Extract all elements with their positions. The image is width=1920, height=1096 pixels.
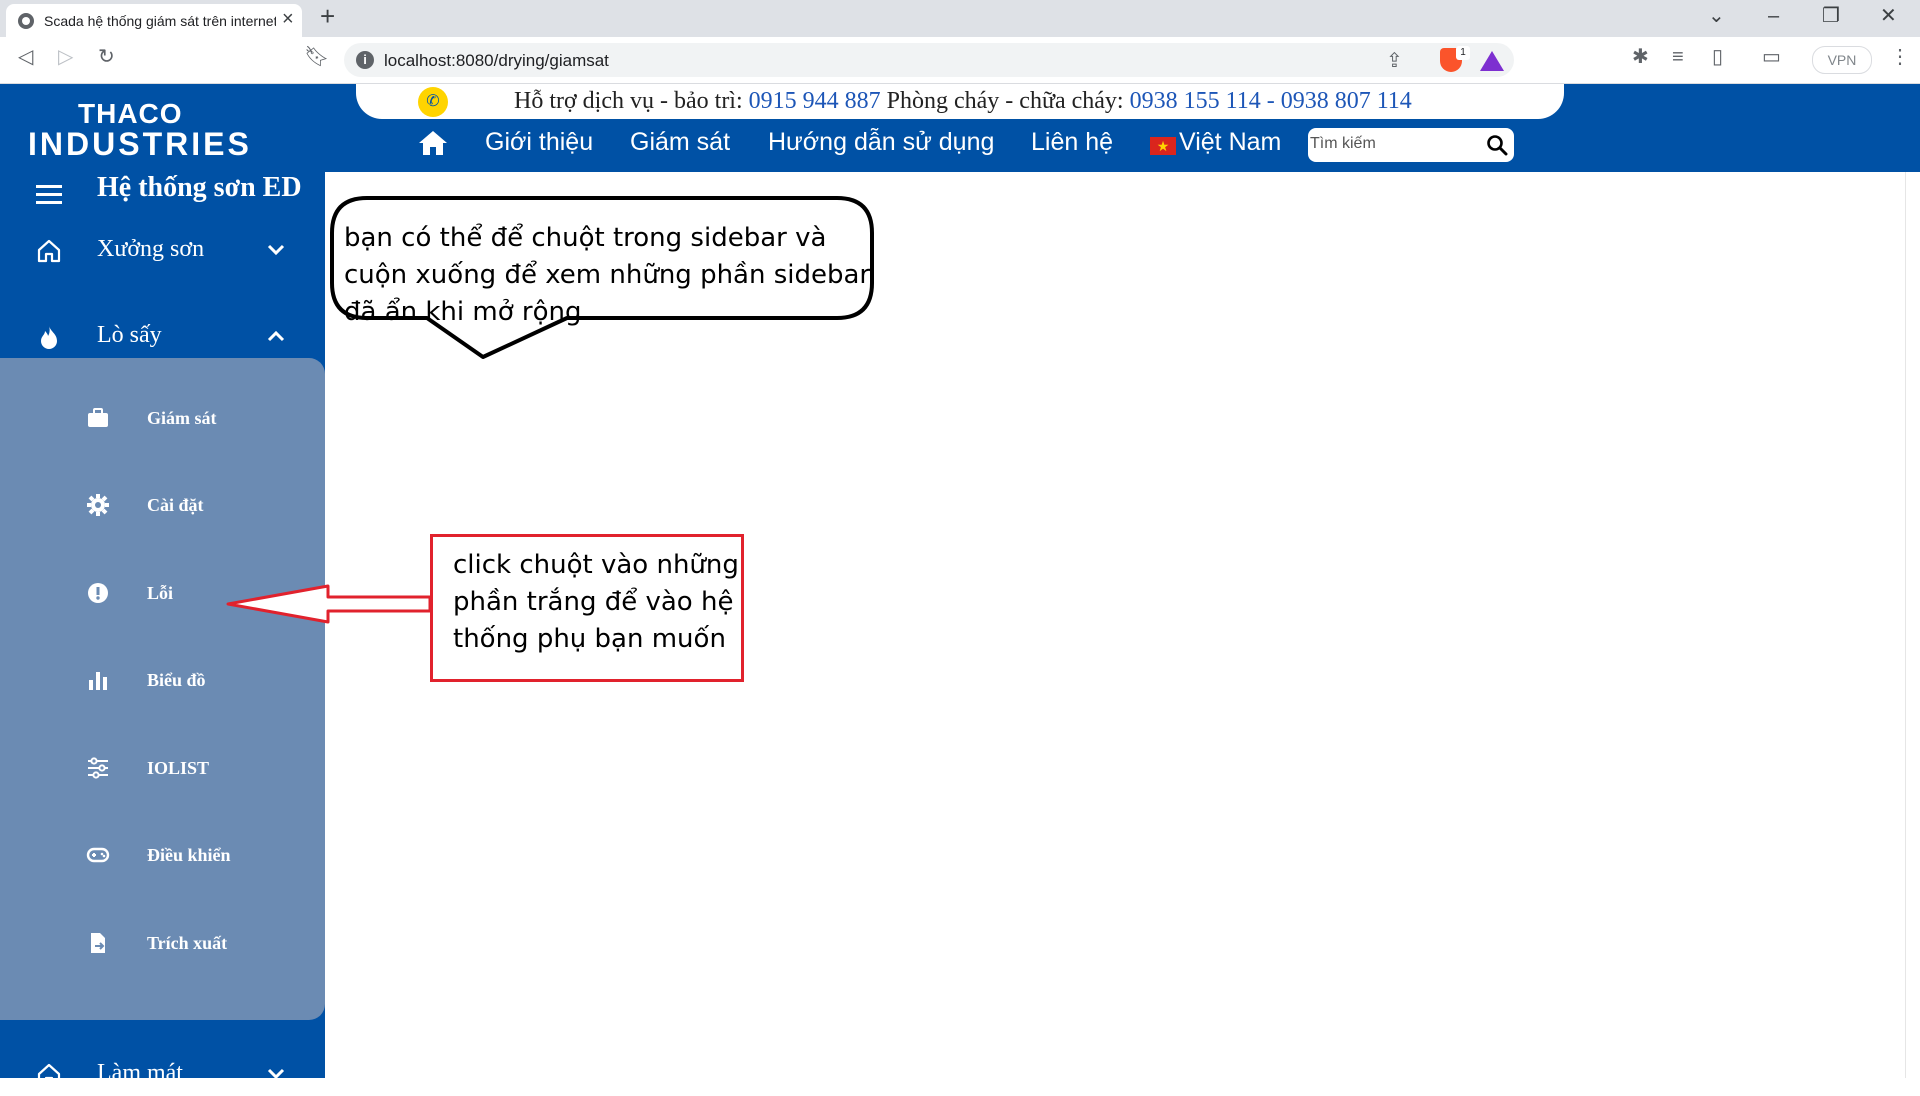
close-tab-icon[interactable]: × — [282, 9, 294, 29]
menu-label: Lò sấy — [97, 322, 162, 348]
nav-giam-sat[interactable]: Giám sát — [630, 128, 730, 157]
submenu-label: Lỗi — [147, 583, 174, 603]
browser-toolbar: ◁ ▷ ↻ 🔖︎ i localhost:8080/drying/giamsat… — [0, 37, 1920, 84]
share-icon[interactable]: ⇪ — [1386, 48, 1403, 73]
submenu-label: Cài đặt — [147, 495, 204, 515]
hamburger-menu-icon[interactable] — [36, 180, 62, 209]
submenu-label: Biểu đồ — [147, 670, 206, 690]
menu-item-lo-say[interactable]: Lò sấy — [0, 318, 325, 358]
speech-bubble-text: bạn có thể để chuột trong sidebar và cuộ… — [344, 223, 871, 327]
home-icon — [37, 239, 61, 263]
nav-gioi-thieu[interactable]: Giới thiệu — [485, 128, 593, 157]
browser-tab-bar: Scada hệ thống giám sát trên internet × … — [0, 0, 1920, 37]
file-export-icon — [91, 933, 105, 953]
callout-text: click chuột vào những phần trắng để vào … — [453, 550, 739, 654]
submenu-item-bieu-do[interactable]: Biểu đồ — [0, 660, 325, 700]
tab-search-icon[interactable]: ⌄ — [1708, 6, 1725, 26]
submenu-label: Điều khiển — [147, 845, 231, 865]
chevron-down-icon[interactable] — [266, 242, 286, 258]
playlist-icon[interactable]: ≡ — [1672, 47, 1684, 67]
chevron-down-icon[interactable] — [266, 1066, 286, 1082]
chevron-up-icon[interactable] — [266, 328, 286, 344]
extensions-icon[interactable]: ✱ — [1632, 47, 1649, 67]
submenu-item-iolist[interactable]: IOLIST — [0, 748, 325, 788]
sidebar-title: Hệ thống sơn ED — [97, 172, 302, 203]
callout-box: click chuột vào những phần trắng để vào … — [430, 534, 744, 682]
nav-lien-he[interactable]: Liên hệ — [1031, 128, 1113, 157]
address-bar[interactable]: i localhost:8080/drying/giamsat ⇪ 1 — [344, 43, 1514, 77]
submenu-item-giam-sat[interactable]: Giám sát — [0, 398, 325, 438]
vpn-button[interactable]: VPN — [1812, 46, 1872, 74]
sliders-icon — [88, 757, 108, 779]
search-box — [1308, 128, 1514, 162]
nav-home-icon[interactable] — [416, 128, 450, 158]
submenu-item-cai-dat[interactable]: Cài đặt — [0, 485, 325, 525]
menu-label: Xưởng sơn — [97, 236, 205, 262]
globe-icon — [18, 13, 34, 29]
url-text[interactable]: localhost:8080/drying/giamsat — [384, 51, 609, 71]
new-tab-button[interactable]: + — [320, 3, 335, 29]
phone-icon: ✆ — [418, 87, 448, 117]
site-info-icon[interactable]: i — [356, 51, 374, 69]
sidebar-toggle-icon[interactable]: ▯ — [1712, 47, 1723, 67]
brave-rewards-icon[interactable] — [1480, 51, 1504, 71]
menu-item-xuong-son[interactable]: Xưởng sơn — [0, 232, 325, 272]
main-content-edge — [1905, 172, 1920, 1078]
submenu-label: Trích xuất — [147, 933, 228, 953]
menu-label: Làm mát — [97, 1060, 183, 1086]
browser-tab[interactable]: Scada hệ thống giám sát trên internet × — [6, 4, 302, 37]
search-icon[interactable] — [1486, 134, 1508, 156]
callout-arrow-shape — [226, 584, 432, 624]
search-input[interactable] — [1310, 132, 1470, 156]
menu-icon[interactable]: ⋮ — [1890, 47, 1910, 67]
nav-language[interactable]: Việt Nam — [1179, 128, 1281, 157]
fire-icon — [41, 326, 57, 349]
support-bar: ✆ Hỗ trợ dịch vụ - bảo trì: 0915 944 887… — [356, 84, 1564, 119]
reload-icon[interactable]: ↻ — [98, 47, 115, 67]
briefcase-icon — [88, 408, 108, 427]
gear-icon — [87, 494, 109, 516]
tab-title: Scada hệ thống giám sát trên internet — [44, 13, 276, 29]
chart-icon — [89, 672, 107, 690]
alert-icon — [88, 583, 108, 603]
support-phone-2[interactable]: 0938 155 114 - 0938 807 114 — [1130, 88, 1412, 114]
forward-icon[interactable]: ▷ — [58, 47, 73, 67]
menu-item-lam-mat[interactable]: Làm mát — [0, 1056, 325, 1096]
restore-icon[interactable]: ❐ — [1822, 6, 1840, 26]
close-window-icon[interactable]: ✕ — [1880, 6, 1897, 26]
submenu-label: Giám sát — [147, 408, 217, 428]
gamepad-icon — [86, 847, 110, 863]
shield-count-badge: 1 — [1456, 46, 1470, 60]
home-icon — [37, 1063, 61, 1087]
nav-huong-dan[interactable]: Hướng dẫn sử dụng — [768, 128, 994, 157]
submenu-item-trich-xuat[interactable]: Trích xuất — [0, 923, 325, 963]
wallet-icon[interactable]: ▭ — [1762, 47, 1781, 67]
logo-text-industries[interactable]: INDUSTRIES — [28, 126, 252, 163]
site-header: THACO INDUSTRIES ✆ Hỗ trợ dịch vụ - bảo … — [0, 84, 1920, 172]
submenu-item-dieu-khien[interactable]: Điều khiển — [0, 835, 325, 875]
submenu-lo-say: Giám sát Cài đặt Lỗi Biểu đồ IOLIST Điều… — [0, 358, 325, 1020]
back-icon[interactable]: ◁ — [18, 47, 33, 67]
minimize-icon[interactable]: – — [1768, 6, 1779, 26]
support-phone-1[interactable]: 0915 944 887 — [749, 88, 881, 114]
bookmark-icon[interactable]: 🔖︎ — [304, 47, 329, 67]
vietnam-flag-icon: ★ — [1150, 137, 1176, 155]
support-text: Hỗ trợ dịch vụ - bảo trì: 0915 944 887 P… — [514, 88, 1412, 114]
submenu-label: IOLIST — [147, 758, 210, 778]
